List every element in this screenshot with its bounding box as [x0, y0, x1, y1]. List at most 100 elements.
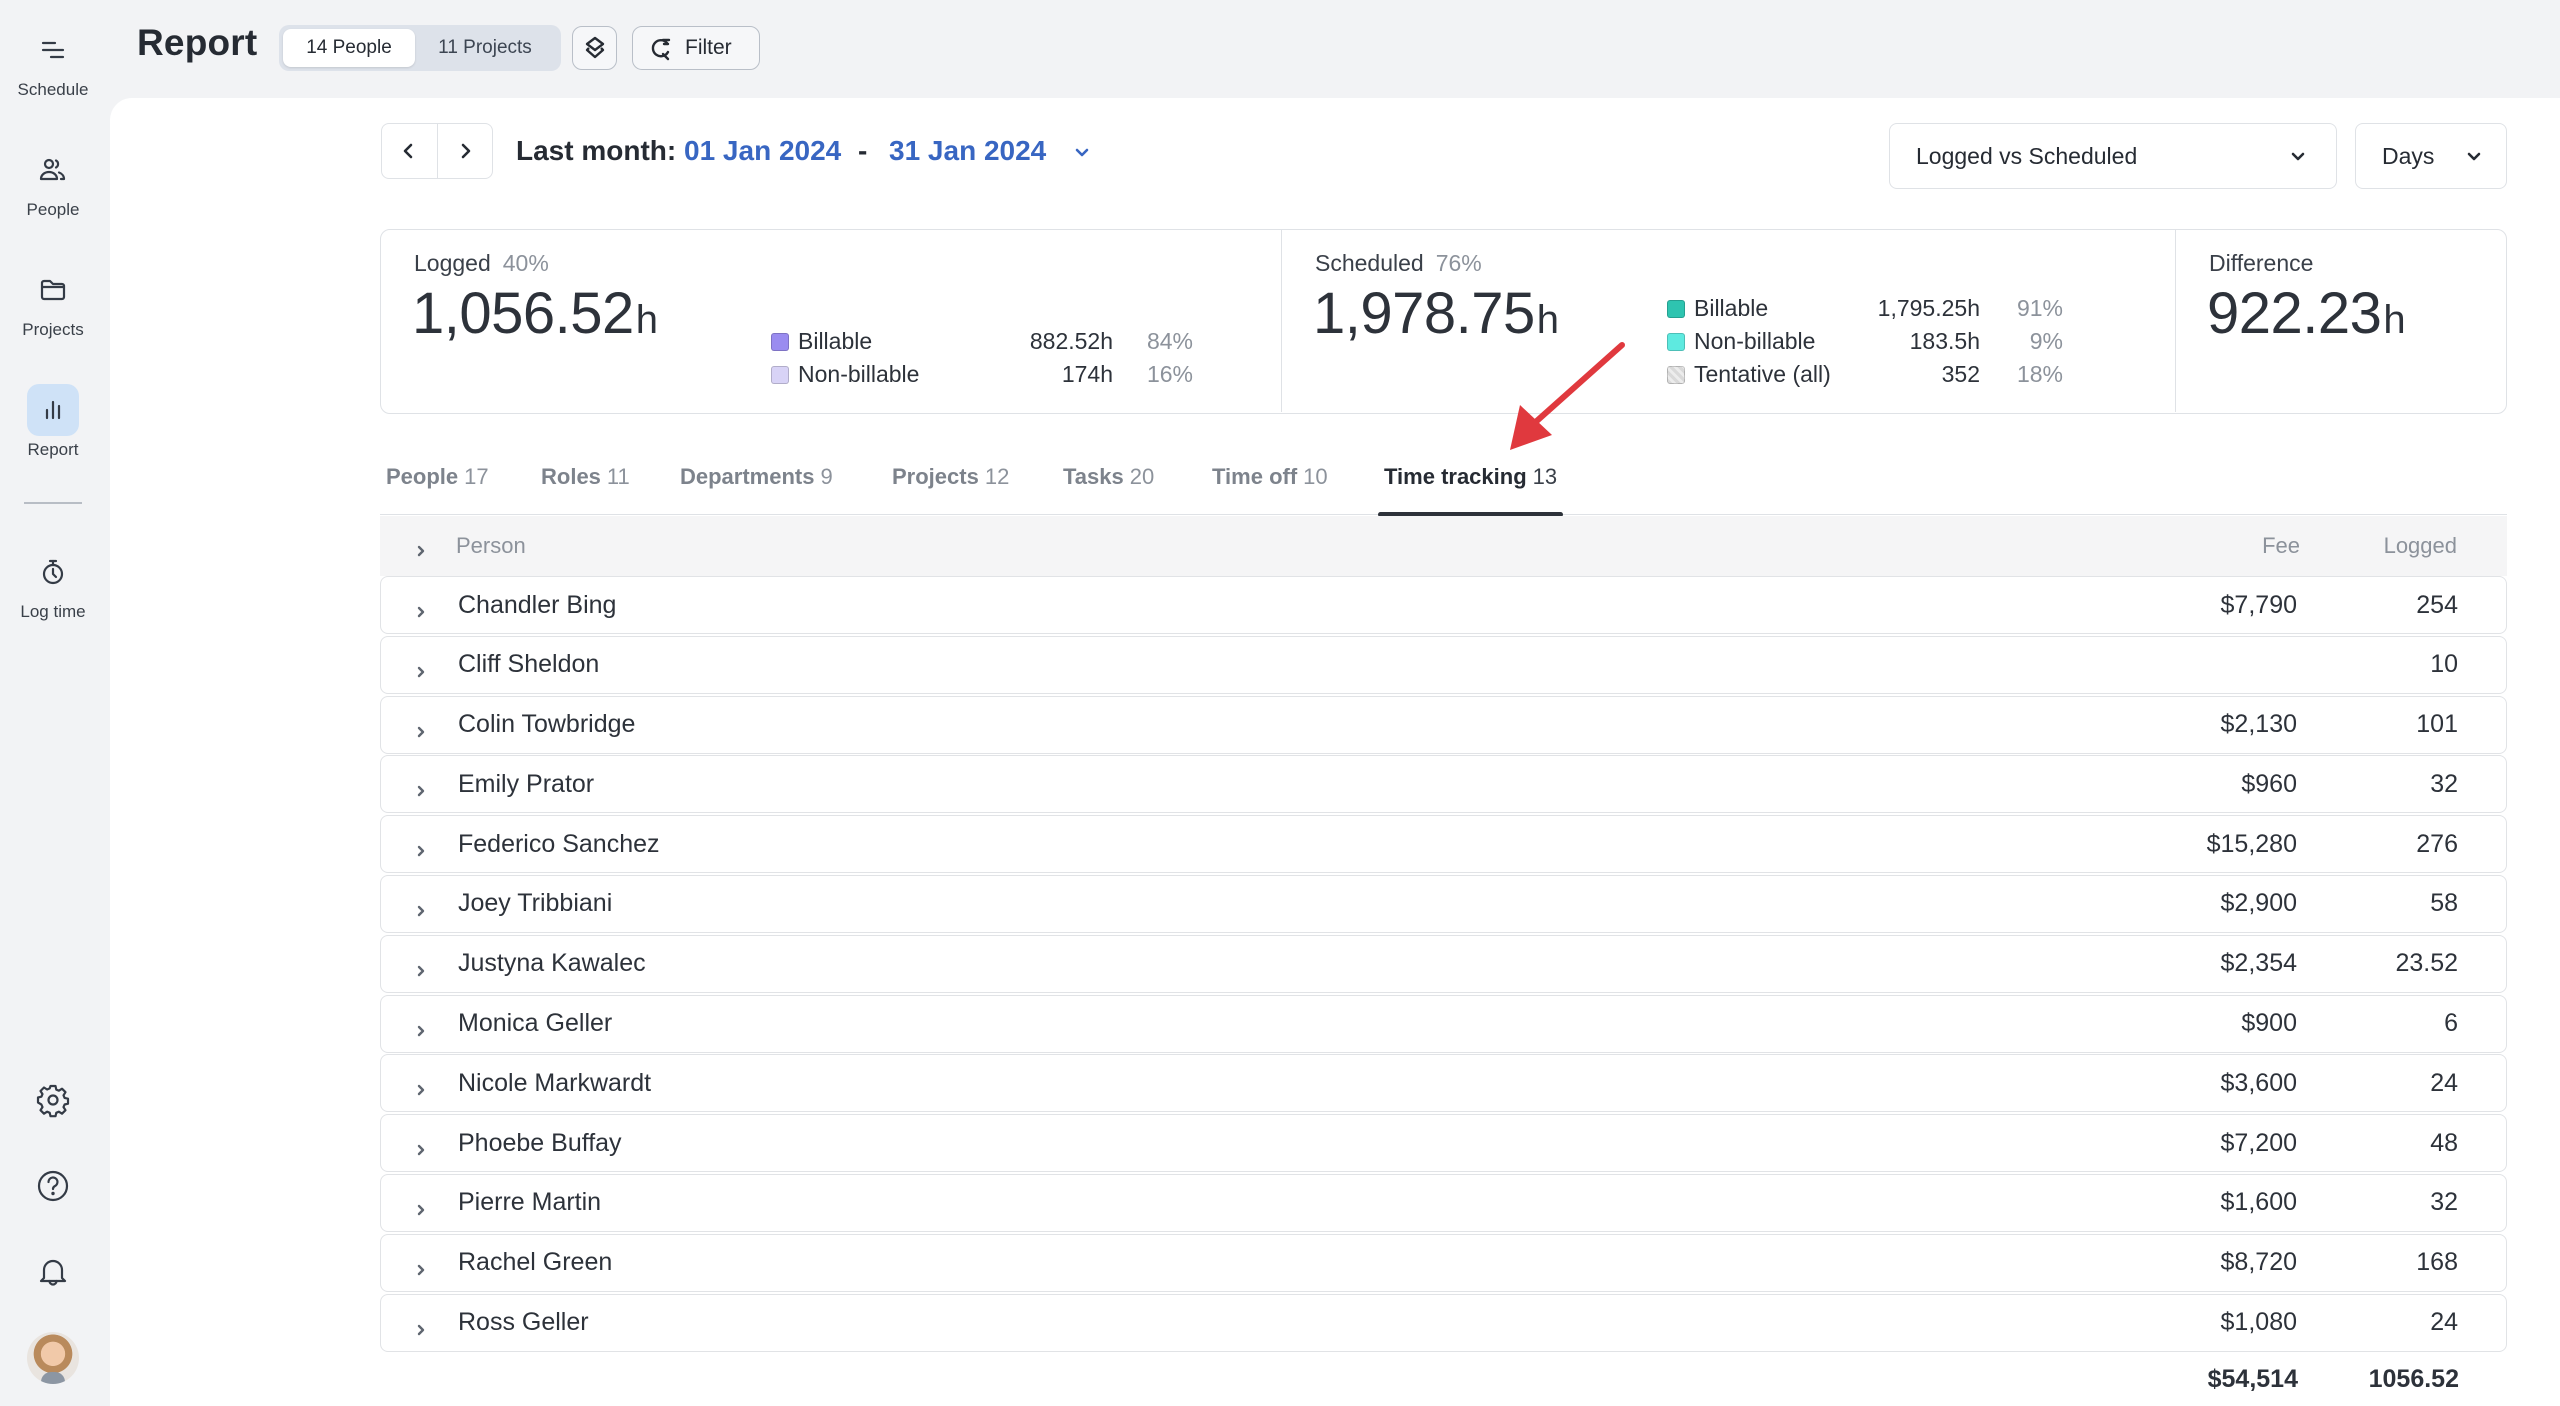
table-row[interactable]: Rachel Green $8,720 168: [380, 1233, 2507, 1292]
expand-all-button[interactable]: [414, 538, 430, 557]
column-header-logged[interactable]: Logged: [2384, 533, 2457, 559]
notifications-button[interactable]: [27, 1246, 79, 1298]
tab-label: Tasks: [1063, 464, 1124, 489]
date-range-separator: -: [858, 135, 868, 166]
date-range-end[interactable]: 31 Jan 2024: [889, 135, 1046, 167]
sidebar-item-report[interactable]: Report: [0, 384, 106, 460]
folder-icon: [27, 264, 79, 316]
sidebar-item-log-time[interactable]: Log time: [0, 546, 106, 622]
column-header-person[interactable]: Person: [456, 533, 526, 559]
sidebar-item-people[interactable]: People: [0, 144, 106, 220]
chevron-right-icon: [461, 143, 471, 159]
row-expand-button[interactable]: [414, 657, 430, 677]
filter-button[interactable]: Filter: [632, 26, 760, 70]
column-header-fee[interactable]: Fee: [2262, 533, 2300, 559]
fee-value: $8,720: [2220, 1248, 2297, 1277]
sidebar-item-label: Report: [27, 440, 79, 459]
tab-roles[interactable]: Roles 11: [541, 464, 630, 515]
row-expand-button[interactable]: [414, 776, 430, 797]
previous-period-button[interactable]: [382, 124, 437, 178]
row-expand-button[interactable]: [414, 1016, 430, 1036]
unit-select[interactable]: Days: [2355, 123, 2507, 189]
chevron-down-icon: [2467, 152, 2481, 161]
metric-select-value: Logged vs Scheduled: [1916, 142, 2138, 169]
settings-button[interactable]: [27, 1074, 79, 1126]
tab-label: People: [386, 464, 459, 489]
fee-value: $960: [2241, 769, 2297, 798]
row-expand-button[interactable]: [414, 1195, 430, 1216]
person-name: Nicole Markwardt: [458, 1068, 652, 1097]
legend-percentage: 91%: [2016, 295, 2063, 321]
person-name: Monica Geller: [458, 1009, 613, 1038]
date-pager: [381, 123, 493, 179]
row-expand-button[interactable]: [414, 1075, 430, 1096]
table-row[interactable]: Chandler Bing $7,790 254: [380, 576, 2507, 634]
table-row[interactable]: Emily Prator $960 32: [380, 755, 2507, 814]
row-expand-button[interactable]: [414, 956, 430, 976]
table-header: Person Fee Logged: [380, 516, 2507, 576]
logged-title: Logged: [414, 250, 491, 276]
layers-button[interactable]: [572, 26, 617, 70]
tab-label: Departments: [680, 464, 815, 489]
tab-people[interactable]: People 17: [386, 464, 489, 515]
legend-label: Tentative (all): [1694, 361, 1831, 387]
chevron-right-icon: [417, 1264, 425, 1275]
legend-hours: 183.5h: [1909, 328, 1980, 354]
row-expand-button[interactable]: [414, 1315, 430, 1335]
table-row[interactable]: Federico Sanchez $15,280 276: [380, 815, 2507, 874]
row-expand-button[interactable]: [414, 597, 430, 618]
date-range-start[interactable]: 01 Jan 2024: [684, 135, 841, 167]
segment-projects[interactable]: 11 Projects: [415, 29, 555, 67]
row-expand-button[interactable]: [414, 1135, 430, 1156]
table-body: Chandler Bing $7,790 254 Cliff Sheldon 10 Col…: [380, 576, 2507, 1353]
help-icon: [37, 1170, 69, 1202]
date-range-dropdown[interactable]: [1070, 140, 1094, 164]
tab-label: Time off: [1212, 464, 1298, 489]
row-expand-button[interactable]: [414, 717, 430, 737]
table-row[interactable]: Colin Towbridge $2,130 101: [380, 695, 2507, 754]
legend-hours: 1,795.25h: [1877, 295, 1980, 321]
tab-time-tracking[interactable]: Time tracking 13: [1377, 464, 1564, 517]
sidebar-item-label: Projects: [22, 320, 84, 339]
person-name: Cliff Sheldon: [458, 650, 600, 679]
fee-value: $2,354: [2220, 949, 2297, 978]
table-row[interactable]: Monica Geller $900 6: [380, 994, 2507, 1053]
table-row[interactable]: Phoebe Buffay $7,200 48: [380, 1114, 2507, 1173]
metric-select[interactable]: Logged vs Scheduled: [1889, 123, 2337, 189]
next-period-button[interactable]: [436, 124, 493, 178]
table-row[interactable]: Joey Tribbiani $2,900 58: [380, 874, 2507, 933]
table-row[interactable]: Ross Geller $1,080 24: [380, 1293, 2507, 1352]
date-range-label: Last month:: [516, 135, 677, 166]
row-expand-button[interactable]: [414, 896, 430, 917]
chevron-right-icon: [417, 965, 425, 976]
table-row[interactable]: Cliff Sheldon 10: [380, 635, 2507, 694]
scheduled-percentage: 76%: [1435, 250, 1482, 276]
tab-count: 11: [606, 464, 630, 489]
help-button[interactable]: [27, 1160, 79, 1212]
difference-title: Difference: [2209, 250, 2314, 276]
tab-time-off[interactable]: Time off 10: [1212, 464, 1328, 515]
row-expand-button[interactable]: [414, 1255, 430, 1275]
table-row[interactable]: Pierre Martin $1,600 32: [380, 1173, 2507, 1232]
tab-label: Projects: [892, 464, 979, 489]
tab-departments[interactable]: Departments 9: [680, 464, 833, 515]
person-name: Federico Sanchez: [458, 829, 660, 858]
sidebar-item-projects[interactable]: Projects: [0, 264, 106, 340]
legend-label: Non-billable: [1694, 328, 1816, 354]
chevron-right-icon: [417, 1025, 425, 1036]
chevron-right-icon: [417, 845, 425, 857]
tab-count: 17: [464, 464, 489, 489]
table-row[interactable]: Justyna Kawalec $2,354 23.52: [380, 934, 2507, 993]
row-expand-button[interactable]: [414, 836, 430, 857]
legend-swatch: [771, 365, 789, 384]
table-row[interactable]: Nicole Markwardt $3,600 24: [380, 1054, 2507, 1113]
gear-icon: [36, 1084, 70, 1118]
segment-people[interactable]: 14 People: [283, 29, 415, 67]
tab-projects[interactable]: Projects 12: [892, 464, 1009, 515]
tab-tasks[interactable]: Tasks 20: [1063, 464, 1154, 515]
logged-value: 24: [2430, 1068, 2458, 1097]
chevron-right-icon: [417, 786, 425, 797]
scope-toggle: 14 People 11 Projects: [279, 25, 561, 71]
avatar[interactable]: [27, 1332, 79, 1384]
sidebar-item-schedule[interactable]: Schedule: [0, 24, 106, 100]
